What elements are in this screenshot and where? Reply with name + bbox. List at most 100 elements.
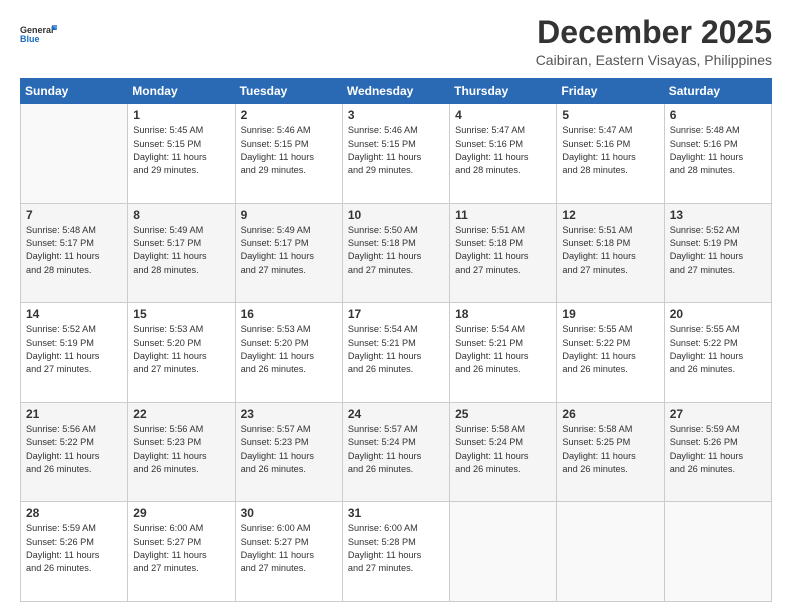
calendar-week-row: 1 Sunrise: 5:45 AM Sunset: 5:15 PM Daylig… xyxy=(21,104,772,204)
calendar-day-cell: 15 Sunrise: 5:53 AM Sunset: 5:20 PM Dayli… xyxy=(128,303,235,403)
calendar-day-cell: 4Sunrise: 5:47 AM Sunset: 5:16 PM Daylig… xyxy=(450,104,557,204)
calendar-weekday-header: Wednesday xyxy=(342,79,449,104)
calendar-day-cell: 26 Sunrise: 5:58 AM Sunset: 5:25 PM Dayli… xyxy=(557,402,664,502)
calendar-day-cell: 24Sunrise: 5:57 AM Sunset: 5:24 PM Dayli… xyxy=(342,402,449,502)
day-number: 12 xyxy=(562,208,658,222)
day-info: Sunrise: 5:56 AM Sunset: 5:22 PM Dayligh… xyxy=(26,423,122,476)
calendar-day-cell: 22Sunrise: 5:56 AM Sunset: 5:23 PM Dayli… xyxy=(128,402,235,502)
calendar-day-cell: 29Sunrise: 6:00 AM Sunset: 5:27 PM Dayli… xyxy=(128,502,235,602)
day-number: 18 xyxy=(455,307,551,321)
day-info: Sunrise: 5:50 AM Sunset: 5:18 PM Dayligh… xyxy=(348,224,444,277)
calendar-header-row: SundayMondayTuesdayWednesdayThursdayFrid… xyxy=(21,79,772,104)
day-number: 15 xyxy=(133,307,229,321)
day-number: 3 xyxy=(348,108,444,122)
day-number: 20 xyxy=(670,307,766,321)
calendar-day-cell xyxy=(21,104,128,204)
day-number: 17 xyxy=(348,307,444,321)
calendar-day-cell: 17 Sunrise: 5:54 AM Sunset: 5:21 PM Dayli… xyxy=(342,303,449,403)
day-number: 21 xyxy=(26,407,122,421)
calendar-day-cell: 19 Sunrise: 5:55 AM Sunset: 5:22 PM Dayli… xyxy=(557,303,664,403)
calendar-day-cell: 3 Sunrise: 5:46 AM Sunset: 5:15 PM Daylig… xyxy=(342,104,449,204)
svg-text:General: General xyxy=(20,25,54,35)
day-info: Sunrise: 5:54 AM Sunset: 5:21 PM Dayligh… xyxy=(455,323,551,376)
day-number: 28 xyxy=(26,506,122,520)
calendar-day-cell: 7Sunrise: 5:48 AM Sunset: 5:17 PM Daylig… xyxy=(21,203,128,303)
calendar-day-cell: 11 Sunrise: 5:51 AM Sunset: 5:18 PM Dayli… xyxy=(450,203,557,303)
day-info: Sunrise: 5:47 AM Sunset: 5:16 PM Dayligh… xyxy=(455,124,551,177)
calendar-day-cell: 28 Sunrise: 5:59 AM Sunset: 5:26 PM Dayli… xyxy=(21,502,128,602)
day-info: Sunrise: 5:52 AM Sunset: 5:19 PM Dayligh… xyxy=(26,323,122,376)
calendar-day-cell: 23 Sunrise: 5:57 AM Sunset: 5:23 PM Dayli… xyxy=(235,402,342,502)
calendar-table: SundayMondayTuesdayWednesdayThursdayFrid… xyxy=(20,78,772,602)
day-info: Sunrise: 5:48 AM Sunset: 5:16 PM Dayligh… xyxy=(670,124,766,177)
day-number: 11 xyxy=(455,208,551,222)
day-number: 5 xyxy=(562,108,658,122)
calendar-day-cell: 20Sunrise: 5:55 AM Sunset: 5:22 PM Dayli… xyxy=(664,303,771,403)
day-number: 7 xyxy=(26,208,122,222)
calendar-day-cell xyxy=(450,502,557,602)
page: General Blue December 2025 Caibiran, Eas… xyxy=(0,0,792,612)
day-number: 29 xyxy=(133,506,229,520)
logo-svg: General Blue xyxy=(20,15,60,53)
day-info: Sunrise: 5:57 AM Sunset: 5:23 PM Dayligh… xyxy=(241,423,337,476)
calendar-day-cell xyxy=(664,502,771,602)
day-info: Sunrise: 5:58 AM Sunset: 5:24 PM Dayligh… xyxy=(455,423,551,476)
header: General Blue December 2025 Caibiran, Eas… xyxy=(20,15,772,68)
day-info: Sunrise: 5:52 AM Sunset: 5:19 PM Dayligh… xyxy=(670,224,766,277)
svg-text:Blue: Blue xyxy=(20,34,40,44)
day-number: 2 xyxy=(241,108,337,122)
day-info: Sunrise: 5:47 AM Sunset: 5:16 PM Dayligh… xyxy=(562,124,658,177)
day-info: Sunrise: 6:00 AM Sunset: 5:28 PM Dayligh… xyxy=(348,522,444,575)
calendar-weekday-header: Saturday xyxy=(664,79,771,104)
day-info: Sunrise: 5:59 AM Sunset: 5:26 PM Dayligh… xyxy=(26,522,122,575)
day-number: 9 xyxy=(241,208,337,222)
day-info: Sunrise: 5:46 AM Sunset: 5:15 PM Dayligh… xyxy=(241,124,337,177)
calendar-day-cell: 21 Sunrise: 5:56 AM Sunset: 5:22 PM Dayli… xyxy=(21,402,128,502)
calendar-day-cell: 16Sunrise: 5:53 AM Sunset: 5:20 PM Dayli… xyxy=(235,303,342,403)
day-info: Sunrise: 5:49 AM Sunset: 5:17 PM Dayligh… xyxy=(133,224,229,277)
day-number: 10 xyxy=(348,208,444,222)
day-number: 31 xyxy=(348,506,444,520)
day-info: Sunrise: 5:55 AM Sunset: 5:22 PM Dayligh… xyxy=(562,323,658,376)
calendar-day-cell: 5 Sunrise: 5:47 AM Sunset: 5:16 PM Daylig… xyxy=(557,104,664,204)
day-info: Sunrise: 6:00 AM Sunset: 5:27 PM Dayligh… xyxy=(241,522,337,575)
day-info: Sunrise: 5:51 AM Sunset: 5:18 PM Dayligh… xyxy=(455,224,551,277)
day-number: 19 xyxy=(562,307,658,321)
day-number: 1 xyxy=(133,108,229,122)
day-number: 24 xyxy=(348,407,444,421)
day-info: Sunrise: 5:53 AM Sunset: 5:20 PM Dayligh… xyxy=(241,323,337,376)
day-info: Sunrise: 5:53 AM Sunset: 5:20 PM Dayligh… xyxy=(133,323,229,376)
day-number: 8 xyxy=(133,208,229,222)
calendar-week-row: 28 Sunrise: 5:59 AM Sunset: 5:26 PM Dayli… xyxy=(21,502,772,602)
calendar-day-cell: 31 Sunrise: 6:00 AM Sunset: 5:28 PM Dayli… xyxy=(342,502,449,602)
calendar-day-cell: 13Sunrise: 5:52 AM Sunset: 5:19 PM Dayli… xyxy=(664,203,771,303)
calendar-day-cell: 9 Sunrise: 5:49 AM Sunset: 5:17 PM Daylig… xyxy=(235,203,342,303)
day-number: 25 xyxy=(455,407,551,421)
calendar-day-cell: 1 Sunrise: 5:45 AM Sunset: 5:15 PM Daylig… xyxy=(128,104,235,204)
day-number: 6 xyxy=(670,108,766,122)
day-info: Sunrise: 5:58 AM Sunset: 5:25 PM Dayligh… xyxy=(562,423,658,476)
day-info: Sunrise: 5:45 AM Sunset: 5:15 PM Dayligh… xyxy=(133,124,229,177)
calendar-day-cell: 8 Sunrise: 5:49 AM Sunset: 5:17 PM Daylig… xyxy=(128,203,235,303)
calendar-day-cell: 6 Sunrise: 5:48 AM Sunset: 5:16 PM Daylig… xyxy=(664,104,771,204)
day-info: Sunrise: 5:51 AM Sunset: 5:18 PM Dayligh… xyxy=(562,224,658,277)
calendar-weekday-header: Tuesday xyxy=(235,79,342,104)
day-number: 14 xyxy=(26,307,122,321)
day-info: Sunrise: 5:46 AM Sunset: 5:15 PM Dayligh… xyxy=(348,124,444,177)
calendar-day-cell: 2 Sunrise: 5:46 AM Sunset: 5:15 PM Daylig… xyxy=(235,104,342,204)
calendar-week-row: 7Sunrise: 5:48 AM Sunset: 5:17 PM Daylig… xyxy=(21,203,772,303)
calendar-weekday-header: Monday xyxy=(128,79,235,104)
calendar-day-cell: 27Sunrise: 5:59 AM Sunset: 5:26 PM Dayli… xyxy=(664,402,771,502)
calendar-day-cell: 12 Sunrise: 5:51 AM Sunset: 5:18 PM Dayli… xyxy=(557,203,664,303)
calendar-day-cell xyxy=(557,502,664,602)
day-info: Sunrise: 5:59 AM Sunset: 5:26 PM Dayligh… xyxy=(670,423,766,476)
calendar-day-cell: 14 Sunrise: 5:52 AM Sunset: 5:19 PM Dayli… xyxy=(21,303,128,403)
day-number: 30 xyxy=(241,506,337,520)
day-info: Sunrise: 5:49 AM Sunset: 5:17 PM Dayligh… xyxy=(241,224,337,277)
day-info: Sunrise: 5:54 AM Sunset: 5:21 PM Dayligh… xyxy=(348,323,444,376)
day-number: 23 xyxy=(241,407,337,421)
main-title: December 2025 xyxy=(536,15,772,50)
calendar-day-cell: 10 Sunrise: 5:50 AM Sunset: 5:18 PM Dayli… xyxy=(342,203,449,303)
day-number: 26 xyxy=(562,407,658,421)
calendar-day-cell: 18 Sunrise: 5:54 AM Sunset: 5:21 PM Dayli… xyxy=(450,303,557,403)
